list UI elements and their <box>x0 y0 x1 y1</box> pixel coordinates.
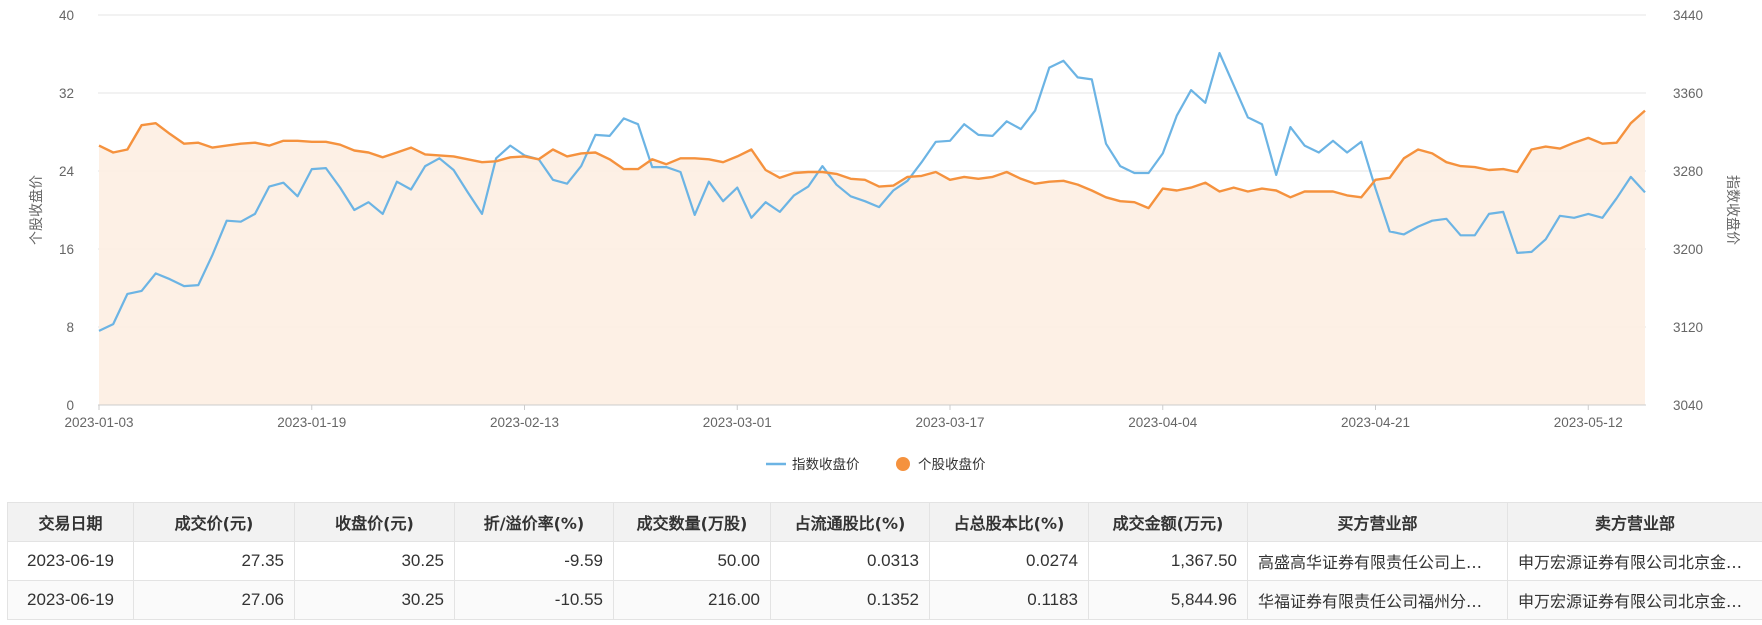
cell-premium-rate: -9.59 <box>454 541 614 581</box>
left-axis-tick-label: 32 <box>59 86 74 101</box>
stock-price-area <box>99 110 1645 405</box>
header-premium-rate[interactable]: 折/溢价率(%) <box>454 502 614 542</box>
x-axis-tick-label: 2023-03-01 <box>703 415 772 430</box>
x-axis-tick-label: 2023-04-04 <box>1128 415 1198 430</box>
left-axis-title: 个股收盘价 <box>28 175 45 245</box>
legend-dot-icon <box>896 457 910 471</box>
block-trade-table: 交易日期 成交价(元) 收盘价(元) 折/溢价率(%) 成交数量(万股) 占流通… <box>7 502 1762 620</box>
right-axis-tick-label: 3280 <box>1673 164 1703 179</box>
x-axis-tick-label: 2023-01-03 <box>64 415 133 430</box>
legend-item-index[interactable]: 指数收盘价 <box>766 456 860 473</box>
table-row: 2023-06-19 27.06 30.25 -10.55 216.00 0.1… <box>7 580 1762 620</box>
header-volume[interactable]: 成交数量(万股) <box>613 502 771 542</box>
header-float-ratio[interactable]: 占流通股比(%) <box>770 502 930 542</box>
cell-total-ratio: 0.0274 <box>929 541 1089 581</box>
header-trade-date[interactable]: 交易日期 <box>7 502 134 542</box>
header-close-price[interactable]: 收盘价(元) <box>294 502 455 542</box>
cell-trade-date: 2023-06-19 <box>7 580 134 620</box>
right-axis-tick-label: 3360 <box>1673 86 1703 101</box>
x-axis-tick-label: 2023-05-12 <box>1554 415 1623 430</box>
header-seller[interactable]: 卖方营业部 <box>1507 502 1762 542</box>
x-axis-tick-label: 2023-03-17 <box>915 415 984 430</box>
table-row: 2023-06-19 27.35 30.25 -9.59 50.00 0.031… <box>7 541 1762 581</box>
legend-label-stock: 个股收盘价 <box>918 456 986 473</box>
right-axis-tick-label: 3040 <box>1673 398 1703 413</box>
x-axis-tick-label: 2023-01-19 <box>277 415 346 430</box>
right-axis-tick-label: 3200 <box>1673 242 1703 257</box>
cell-amount: 1,367.50 <box>1088 541 1248 581</box>
area-fill <box>99 110 1645 405</box>
left-axis-tick-label: 0 <box>66 398 74 413</box>
cell-volume: 50.00 <box>613 541 771 581</box>
x-axis-tick-label: 2023-04-21 <box>1341 415 1410 430</box>
cell-buyer[interactable]: 高盛高华证券有限责任公司上海浦东新区世纪大道证券营业部 <box>1247 541 1508 581</box>
cell-seller[interactable]: 申万宏源证券有限公司北京金融大街证券营业部 <box>1507 580 1762 620</box>
left-axis-tick-label: 16 <box>59 242 74 257</box>
header-deal-price[interactable]: 成交价(元) <box>133 502 295 542</box>
header-amount[interactable]: 成交金额(万元) <box>1088 502 1248 542</box>
right-axis-tick-label: 3440 <box>1673 8 1703 23</box>
cell-deal-price: 27.06 <box>133 580 295 620</box>
cell-close-price: 30.25 <box>294 580 455 620</box>
cell-deal-price: 27.35 <box>133 541 295 581</box>
cell-seller[interactable]: 申万宏源证券有限公司北京金融大街证券营业部 <box>1507 541 1762 581</box>
right-axis-tick-label: 3120 <box>1673 320 1703 335</box>
header-total-ratio[interactable]: 占总股本比(%) <box>929 502 1089 542</box>
chart-area: 0 8 16 24 32 40 3040 3120 3200 3280 3360 3440 2023-0… <box>0 0 1762 490</box>
cell-amount: 5,844.96 <box>1088 580 1248 620</box>
legend-item-stock[interactable]: 个股收盘价 <box>896 456 986 473</box>
right-axis-title: 指数收盘价 <box>1724 175 1741 245</box>
cell-float-ratio: 0.0313 <box>770 541 930 581</box>
cell-total-ratio: 0.1183 <box>929 580 1089 620</box>
cell-float-ratio: 0.1352 <box>770 580 930 620</box>
price-comparison-chart: 0 8 16 24 32 40 3040 3120 3200 3280 3360 3440 2023-0… <box>28 8 1741 473</box>
cell-close-price: 30.25 <box>294 541 455 581</box>
x-axis-tick-label: 2023-02-13 <box>490 415 559 430</box>
block-trade-table-wrapper: 交易日期 成交价(元) 收盘价(元) 折/溢价率(%) 成交数量(万股) 占流通… <box>7 502 1762 620</box>
cell-premium-rate: -10.55 <box>454 580 614 620</box>
legend-label-index: 指数收盘价 <box>792 456 860 473</box>
left-axis-tick-label: 40 <box>59 8 74 23</box>
legend: 指数收盘价 个股收盘价 <box>766 456 986 473</box>
cell-volume: 216.00 <box>613 580 771 620</box>
header-buyer[interactable]: 买方营业部 <box>1247 502 1508 542</box>
cell-trade-date: 2023-06-19 <box>7 541 134 581</box>
left-axis-tick-label: 8 <box>66 320 74 335</box>
cell-buyer[interactable]: 华福证券有限责任公司福州分公司 <box>1247 580 1508 620</box>
left-axis-tick-label: 24 <box>59 164 75 179</box>
table-header-row: 交易日期 成交价(元) 收盘价(元) 折/溢价率(%) 成交数量(万股) 占流通… <box>7 502 1762 542</box>
